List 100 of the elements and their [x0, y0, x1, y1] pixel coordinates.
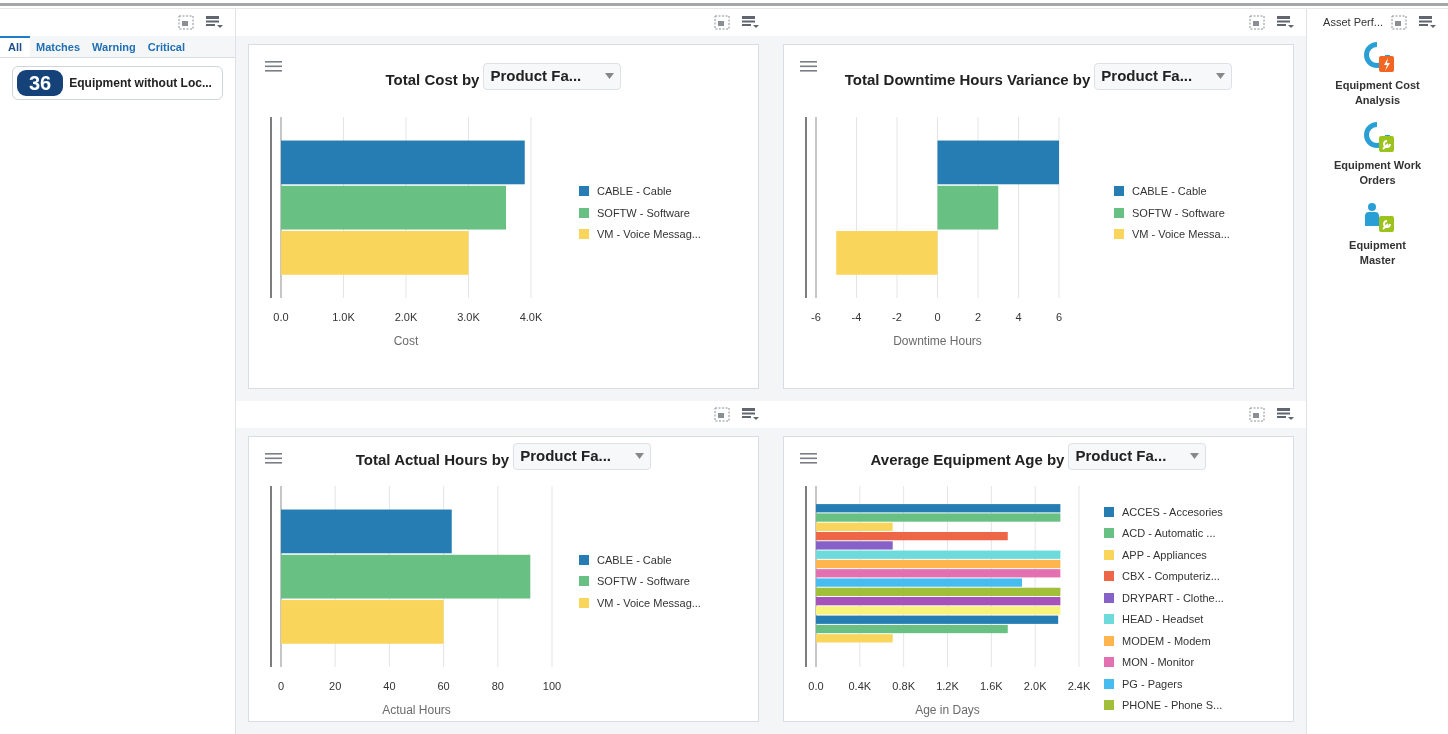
legend-swatch	[579, 554, 589, 565]
legend-swatch	[1104, 678, 1114, 689]
legend-label: SOFTW - Software	[597, 205, 690, 221]
legend-label: CBX - Computeriz...	[1122, 569, 1220, 584]
tick-label: 2.4K	[1067, 679, 1091, 692]
caret-icon	[1216, 73, 1226, 79]
chart-title: Total Actual Hours by	[355, 450, 510, 470]
tick-label: 0.4K	[848, 679, 872, 692]
legend-label: APP - Appliances	[1122, 547, 1207, 563]
tick-label: 2.0K	[394, 311, 418, 323]
hamburger-icon[interactable]	[265, 453, 282, 464]
tick-label: 1.0K	[332, 311, 355, 323]
menu-icon[interactable]	[742, 408, 759, 421]
legend-label: ACD - Automatic ...	[1122, 526, 1216, 541]
maximize-icon[interactable]	[1249, 15, 1265, 30]
legend-label: CABLE - Cable	[597, 184, 672, 199]
hamburger-icon[interactable]	[800, 61, 817, 72]
filter-tab[interactable]: All	[0, 36, 31, 57]
tick-label: 1.6K	[980, 679, 1003, 692]
legend-swatch	[1104, 571, 1114, 582]
legend-swatch	[1104, 657, 1114, 668]
legend-swatch	[1104, 635, 1114, 646]
legend-label: MON - Monitor	[1122, 655, 1195, 670]
hamburger-icon[interactable]	[265, 61, 282, 72]
legend-label: PHONE - Phone S...	[1122, 698, 1223, 713]
alert-label: Equipment without Loc...	[69, 75, 212, 92]
legend-label: HEAD - Headset	[1122, 612, 1204, 627]
filter-tab[interactable]: Warning	[86, 36, 142, 57]
tick-label: -4	[851, 311, 862, 323]
tick-label: 3.0K	[457, 311, 480, 323]
legend-label: CABLE - Cable	[1132, 184, 1207, 199]
legend-swatch	[579, 597, 589, 608]
legend-label: PG - Pagers	[1122, 676, 1183, 692]
tick-label: 1.2K	[936, 679, 959, 692]
launcher-label[interactable]: Equipment Work Orders	[1331, 158, 1424, 188]
caret-icon	[635, 453, 645, 460]
legend-swatch	[579, 576, 589, 587]
maximize-icon[interactable]	[178, 15, 194, 30]
tick-label: 4	[1015, 311, 1022, 323]
axis-title: Cost	[393, 334, 419, 348]
tick-label: 40	[383, 679, 396, 692]
group-by-dropdown[interactable]: Product Fa...	[483, 62, 622, 90]
maximize-icon[interactable]	[1249, 407, 1265, 422]
legend-label: VM - Voice Messag...	[597, 595, 701, 611]
caret-icon	[1190, 453, 1200, 460]
group-by-dropdown[interactable]: Product Fa...	[1068, 442, 1207, 470]
legend-swatch	[1104, 528, 1114, 539]
legend-label: VM - Voice Messag...	[597, 227, 701, 242]
legend-swatch	[1114, 229, 1124, 240]
chart-title: Total Downtime Hours Variance by	[844, 69, 1091, 90]
tick-label: 0.0	[808, 679, 824, 692]
legend-label: ACCES - Accesories	[1122, 504, 1223, 520]
menu-icon[interactable]	[742, 16, 759, 29]
count-badge: 36	[17, 70, 64, 96]
group-by-dropdown[interactable]: Product Fa...	[513, 442, 652, 470]
caret-icon	[605, 73, 615, 79]
axis-title: Downtime Hours	[893, 334, 982, 348]
legend-swatch	[1104, 506, 1114, 517]
tick-label: 2	[974, 311, 982, 323]
legend-label: MODEM - Modem	[1122, 633, 1211, 649]
launcher-label[interactable]: Equipment Cost Analysis	[1331, 78, 1424, 108]
group-by-dropdown[interactable]: Product Fa...	[1094, 62, 1233, 90]
maximize-icon[interactable]	[714, 407, 730, 422]
legend-swatch	[1104, 549, 1114, 560]
tick-label: 2.0K	[1023, 679, 1047, 692]
legend-swatch	[1114, 186, 1124, 197]
tick-label: 100	[542, 679, 562, 692]
menu-icon[interactable]	[1277, 408, 1294, 421]
maximize-icon[interactable]	[714, 15, 730, 30]
maximize-icon[interactable]	[1391, 15, 1407, 30]
legend-swatch	[1104, 614, 1114, 625]
tick-label: 0.0	[273, 311, 289, 323]
menu-icon[interactable]	[1277, 16, 1294, 29]
legend-label: SOFTW - Software	[1132, 205, 1225, 221]
chart-title: Average Equipment Age by	[870, 450, 1065, 470]
tick-label: 0.8K	[892, 679, 915, 692]
filter-tab[interactable]: Matches	[30, 36, 87, 57]
tick-label: -2	[892, 311, 902, 323]
legend-swatch	[579, 186, 589, 197]
legend-swatch	[579, 229, 589, 240]
menu-icon[interactable]	[1419, 16, 1436, 29]
alert-card[interactable]: 36 Equipment without Loc...	[12, 66, 223, 100]
tick-label: 6	[1055, 311, 1063, 323]
tick-label: 4.0K	[519, 311, 543, 323]
legend-swatch	[579, 207, 589, 218]
tick-label: 0	[277, 679, 285, 692]
tick-label: 20	[329, 679, 342, 692]
filter-tab[interactable]: Critical	[141, 36, 191, 57]
hamburger-icon[interactable]	[800, 453, 817, 464]
chart-title: Total Cost by	[385, 69, 480, 90]
legend-label: DRYPART - Clothe...	[1122, 590, 1224, 606]
legend-label: SOFTW - Software	[597, 574, 690, 589]
tick-label: 80	[491, 679, 504, 692]
tick-label: -6	[811, 311, 821, 323]
menu-icon[interactable]	[206, 16, 223, 29]
legend-swatch	[1104, 592, 1114, 603]
tick-label: 60	[437, 679, 450, 692]
axis-title: Actual Hours	[382, 702, 451, 717]
axis-title: Age in Days	[915, 702, 980, 717]
launcher-label[interactable]: Equipment Master	[1331, 238, 1424, 268]
